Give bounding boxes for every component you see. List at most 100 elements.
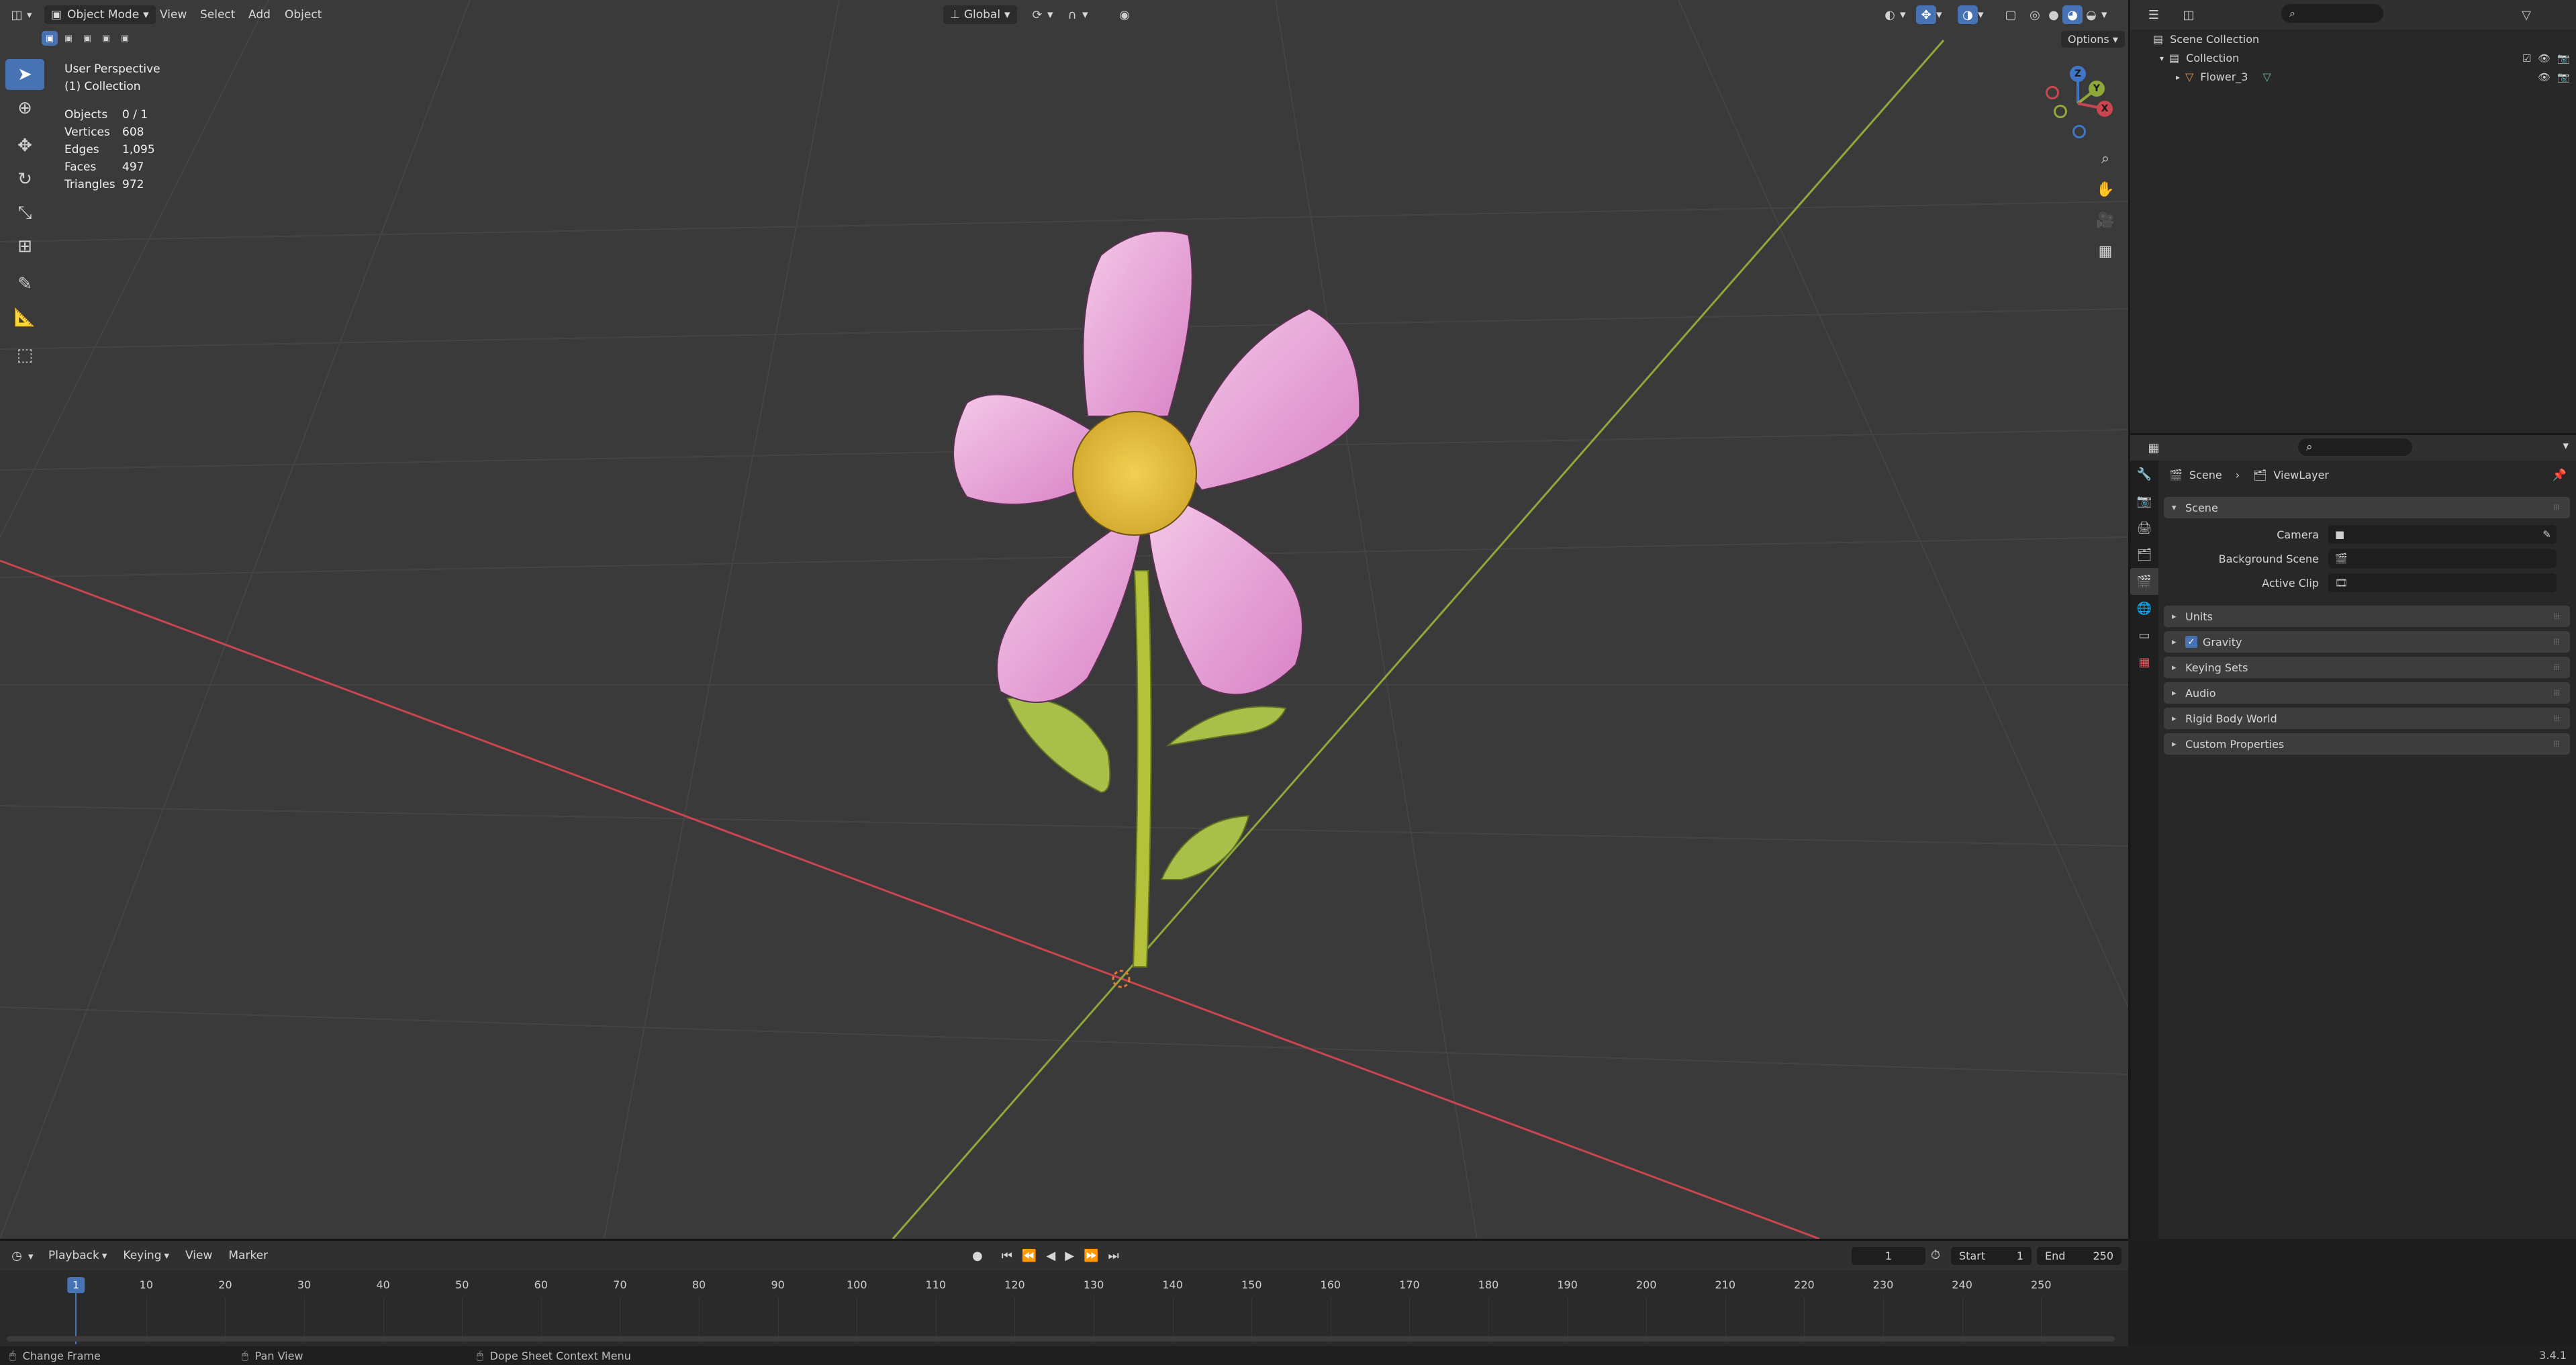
camera-icon[interactable]: 📷 [2557, 52, 2570, 64]
shading-rendered[interactable]: ◒ ▾ [2081, 5, 2107, 24]
next-keyframe-icon[interactable]: ⏩ [1084, 1249, 1098, 1263]
tab-view-layer[interactable]: 🗂 [2130, 541, 2158, 568]
camera-icon[interactable]: 📷 [2557, 71, 2570, 83]
current-frame-field[interactable]: 1 [1852, 1247, 1925, 1265]
stopwatch-icon[interactable]: ⏱ [1931, 1248, 1940, 1262]
expand-arrow-icon[interactable]: ▸ [2176, 73, 2180, 82]
scale-tool[interactable]: ⤡ [5, 197, 44, 228]
expand-arrow-icon[interactable]: ▾ [2160, 54, 2164, 63]
menu-view[interactable]: View [185, 1249, 212, 1262]
panel-rigid-body-world[interactable]: ▸ Rigid Body World ⁞⁞⁞ [2164, 708, 2570, 729]
proportional-edit-toggle[interactable]: ◉ [1114, 5, 1135, 24]
tab-render[interactable]: 📷 [2130, 487, 2158, 514]
drag-handle-icon[interactable]: ⁞⁞⁞ [2554, 688, 2561, 698]
camera-view-button[interactable]: 🎥 [2092, 207, 2119, 234]
outliner-collection[interactable]: ▾ ▤ Collection ☑ 👁 📷 [2130, 48, 2576, 68]
tab-collection[interactable]: ▭ [2130, 622, 2158, 649]
drag-handle-icon[interactable]: ⁞⁞⁞ [2554, 739, 2561, 749]
options-dropdown[interactable]: Options ▾ [2061, 31, 2125, 48]
select-extend-icon[interactable]: ▣ [60, 31, 77, 46]
menu-add[interactable]: Add [248, 5, 271, 24]
panel-scene-header[interactable]: ▾ Scene ⁞⁞⁞ [2164, 497, 2570, 518]
chevron-down-icon[interactable]: ▾ [28, 1250, 34, 1262]
menu-object[interactable]: Object [285, 5, 322, 24]
breadcrumb-scene[interactable]: Scene [2189, 469, 2222, 481]
breadcrumb-viewlayer[interactable]: ViewLayer [2273, 469, 2329, 481]
cursor-tool[interactable]: ⊕ [5, 93, 44, 124]
camera-field[interactable]: ■ ✎ [2328, 525, 2557, 544]
select-intersect-icon[interactable]: ▣ [117, 31, 133, 46]
jump-end-icon[interactable]: ⏭ [1108, 1249, 1118, 1263]
ortho-toggle-button[interactable]: ▦ [2092, 238, 2119, 265]
active-clip-field[interactable]: 🎞 [2328, 573, 2557, 592]
eye-icon[interactable]: 👁 [2538, 52, 2550, 64]
select-box-tool[interactable]: ➤ [5, 59, 44, 90]
tab-texture[interactable]: ▦ [2130, 649, 2158, 675]
viewport-scene[interactable] [0, 0, 2128, 1239]
properties-search-input[interactable]: ⌕ [2298, 438, 2412, 456]
prev-keyframe-icon[interactable]: ⏪ [1022, 1249, 1037, 1263]
jump-start-icon[interactable]: ⏮ [1002, 1249, 1012, 1263]
checkbox-icon[interactable]: ☑ [2522, 52, 2531, 64]
select-invert-icon[interactable]: ▣ [98, 31, 114, 46]
shading-solid[interactable]: ● [2044, 5, 2064, 24]
measure-tool[interactable]: 📐 [5, 302, 44, 333]
editor-type-icon[interactable]: ◷ [7, 1246, 27, 1265]
drag-handle-icon[interactable]: ⁞⁞⁞ [2554, 637, 2561, 647]
pivot-point-button[interactable]: ⟳ ▾ [1027, 5, 1053, 24]
pin-icon[interactable]: 📌 [2553, 469, 2567, 482]
tab-scene[interactable]: 🎬 [2130, 568, 2158, 595]
gizmo-neg-z[interactable] [2072, 125, 2086, 138]
outliner-object-flower[interactable]: ▸ ▽ Flower_3 ▽ 👁 📷 [2130, 67, 2576, 87]
menu-marker[interactable]: Marker [228, 1249, 268, 1262]
outliner-search-input[interactable]: ⌕ [2281, 4, 2383, 23]
transform-orientation-dropdown[interactable]: ⊥ Global ▾ [943, 5, 1017, 24]
transform-tool[interactable]: ⊞ [5, 231, 44, 262]
gizmo-neg-x[interactable] [2046, 86, 2059, 99]
gizmo-toggle[interactable]: ✥ ▾ [1916, 5, 1942, 24]
xray-toggle[interactable]: ▢ [2001, 5, 2021, 24]
menu-view[interactable]: View [160, 5, 187, 24]
timeline-ruler[interactable]: 10 20 30 40 50 60 70 80 90 100 110 120 130 140 150 160 1… [0, 1270, 2128, 1344]
select-subtract-icon[interactable]: ▣ [79, 31, 95, 46]
record-icon[interactable]: ● [972, 1249, 983, 1263]
menu-playback[interactable]: Playback [48, 1249, 99, 1262]
gizmo-neg-y[interactable] [2054, 105, 2067, 118]
playhead-frame-label[interactable]: 1 [67, 1277, 85, 1293]
move-tool[interactable]: ✥ [5, 130, 44, 161]
gizmo-y-axis[interactable]: Y [2089, 81, 2105, 97]
drag-handle-icon[interactable]: ⁞⁞⁞ [2554, 612, 2561, 621]
drag-handle-icon[interactable]: ⁞⁞⁞ [2554, 663, 2561, 672]
outliner-scene-collection[interactable]: ▤ Scene Collection [2130, 30, 2576, 49]
editor-type-icon[interactable]: ▦ [2144, 438, 2164, 457]
play-icon[interactable]: ▶ [1065, 1249, 1074, 1263]
zoom-button[interactable]: ⌕ [2092, 145, 2119, 172]
menu-select[interactable]: Select [200, 5, 235, 24]
menu-keying[interactable]: Keying [123, 1249, 161, 1262]
shading-wireframe[interactable]: ◎ [2025, 5, 2045, 24]
select-new-icon[interactable]: ▣ [42, 31, 58, 46]
editor-type-icon[interactable]: ☰ [2144, 5, 2164, 24]
panel-gravity[interactable]: ▸ ✓ Gravity ⁞⁞⁞ [2164, 631, 2570, 653]
drag-handle-icon[interactable]: ⁞⁞⁞ [2554, 714, 2561, 723]
editor-type-menu[interactable]: ◫ ▾ [7, 5, 32, 24]
tab-output[interactable]: 🖨 [2130, 514, 2158, 541]
start-frame-field[interactable]: Start 1 [1951, 1247, 2032, 1265]
play-reverse-icon[interactable]: ◀ [1046, 1249, 1055, 1263]
add-cube-tool[interactable]: ⬚ [5, 340, 44, 371]
gizmo-x-axis[interactable]: X [2097, 101, 2113, 117]
panel-audio[interactable]: ▸ Audio ⁞⁞⁞ [2164, 682, 2570, 704]
drag-handle-icon[interactable]: ⁞⁞⁞ [2554, 503, 2561, 512]
gizmo-z-axis[interactable]: Z [2070, 66, 2086, 82]
tab-tool[interactable]: 🔧 [2130, 461, 2158, 487]
rotate-tool[interactable]: ↻ [5, 164, 44, 195]
chevron-down-icon[interactable]: ▾ [2563, 439, 2569, 453]
3d-viewport[interactable]: ◫ ▾ ▣ Object Mode ▾ View Select Add Objec… [0, 0, 2128, 1239]
shading-material[interactable]: ◕ [2062, 5, 2083, 24]
display-mode-icon[interactable]: ◫ [2179, 5, 2199, 24]
panel-custom-properties[interactable]: ▸ Custom Properties ⁞⁞⁞ [2164, 733, 2570, 755]
end-frame-field[interactable]: End 250 [2037, 1247, 2121, 1265]
filter-icon[interactable]: ▽ [2516, 5, 2536, 24]
snap-toggle[interactable]: ∩ ▾ [1062, 5, 1088, 24]
gravity-checkbox[interactable]: ✓ [2185, 636, 2197, 648]
